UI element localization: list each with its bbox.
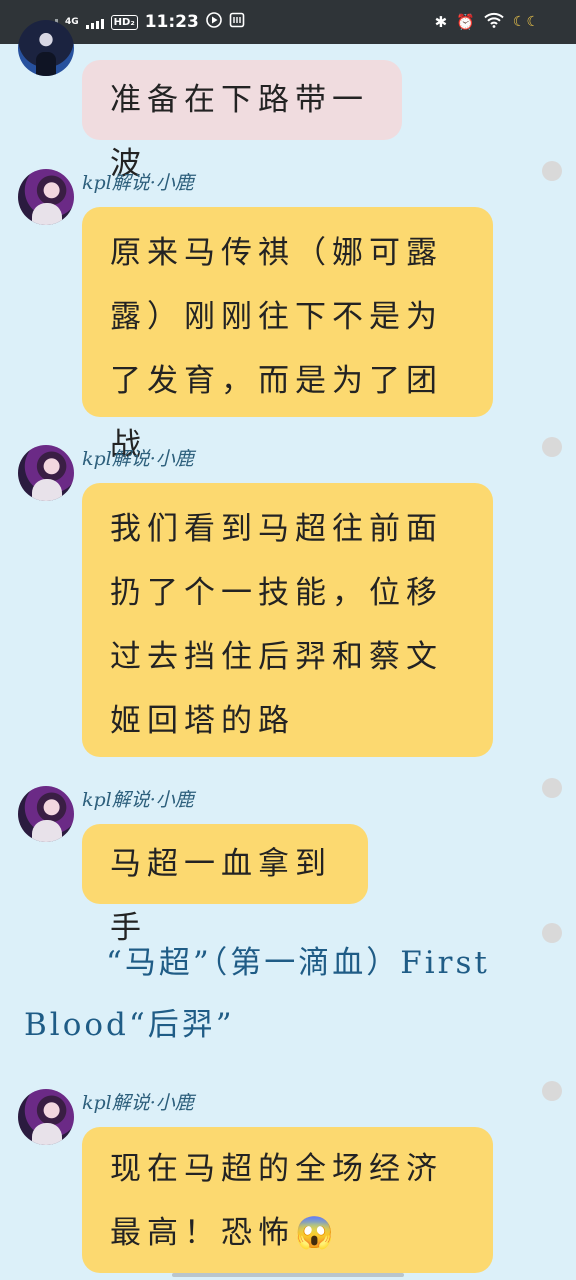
moon-icon: ☾☾ [512, 14, 540, 30]
alarm-icon: ⏰ [456, 12, 475, 31]
status-right: ✱ ⏰ ☾☾ [435, 12, 540, 33]
message-text: 准备在下路带一波 [110, 82, 369, 182]
message-text: 马超一血拿到手 [110, 846, 332, 946]
status-left: 4G HD₂ 11:23 [40, 11, 245, 33]
unread-dot [542, 1081, 562, 1101]
message-text: 原来马传祺（娜可露露）刚刚往下不是为了发育，而是为了团战 [110, 235, 443, 463]
bluetooth-icon: ✱ [434, 12, 448, 31]
nfc-icon [229, 12, 245, 33]
sender-name: kpl解说·小鹿 [82, 789, 194, 811]
message-text: 我们看到马超往前面扔了个一技能，位移过去挡住后羿和蔡文姬回塔的路 [110, 511, 443, 739]
message-bubble[interactable]: 原来马传祺（娜可露露）刚刚往下不是为了发育，而是为了团战 [82, 207, 493, 463]
avatar[interactable] [18, 169, 74, 225]
unread-dot [542, 161, 562, 181]
play-icon [206, 11, 222, 33]
sender-name: kpl解说·小鹿 [82, 172, 194, 194]
unread-dot [542, 437, 562, 457]
signal-sim2-icon [85, 15, 104, 29]
message-bubble[interactable]: 我们看到马超往前面扔了个一技能，位移过去挡住后羿和蔡文姬回塔的路 [82, 483, 493, 757]
avatar[interactable] [18, 20, 74, 76]
message-bubble[interactable]: 准备在下路带一波 [82, 60, 402, 182]
avatar[interactable] [18, 1089, 74, 1145]
sender-name: kpl解说·小鹿 [82, 448, 194, 470]
sender-name: kpl解说·小鹿 [82, 1092, 194, 1114]
status-bar: 4G HD₂ 11:23 ✱ ⏰ ☾☾ [0, 0, 576, 44]
message-bubble[interactable]: 马超一血拿到手 [82, 824, 368, 946]
unread-dot [542, 923, 562, 943]
clock: 11:23 [144, 12, 199, 32]
avatar[interactable] [18, 786, 74, 842]
message-bubble[interactable]: 现在马超的全场经济最高！恐怖😱 [82, 1127, 493, 1273]
avatar[interactable] [18, 445, 74, 501]
hd-voice-badge: HD₂ [110, 14, 138, 30]
unread-dot [542, 778, 562, 798]
message-text: 现在马超的全场经济最高！恐怖😱 [110, 1151, 443, 1251]
home-indicator[interactable] [172, 1273, 404, 1277]
wifi-icon [484, 12, 504, 33]
network-type-label: 4G [65, 16, 79, 27]
system-message: “马超”（第一滴血）First Blood“后羿” [24, 945, 490, 1043]
